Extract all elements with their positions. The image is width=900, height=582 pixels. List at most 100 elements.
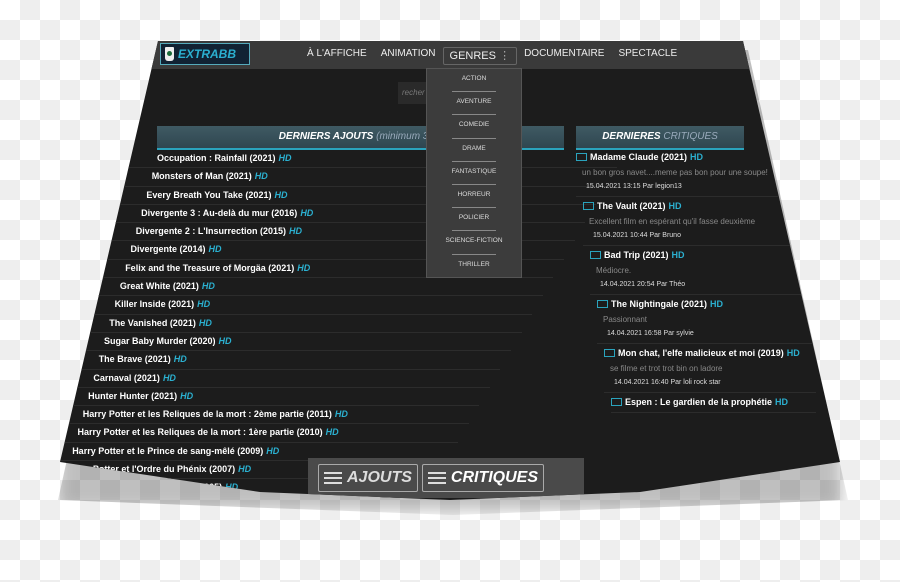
list-icon [324,472,342,484]
critiques-title: DERNIERES [602,131,661,142]
hd-badge: HD [671,250,685,260]
genres-dropdown: ACTION AVENTURE COMEDIE DRAME FANTASTIQUE HOR… [426,68,522,278]
list-item[interactable]: Harry Potter et les Reliques de la mort … [60,406,469,425]
list-item[interactable]: Hunter Hunter (2021) HD [60,388,480,407]
critique-movie: The Vault (2021) [597,201,666,211]
hd-badge: HD [775,397,789,407]
kebab-icon: ⋮ [499,50,511,62]
hd-badge: HD [690,152,704,162]
critique-meta: 15.04.2021 13:15 Par legion13 [586,183,682,190]
list-item[interactable]: The Brave (2021) HD [60,351,501,370]
critique-item[interactable]: The Nightingale (2021) HD Passionnant 14.04… [597,295,816,344]
list-item[interactable]: Harry Potter et les Reliques de la mort … [60,424,458,443]
critique-meta: 15.04.2021 10:44 Par Bruno [593,232,681,239]
critique-movie: Bad Trip (2021) [604,250,669,260]
hd-badge: HD [266,445,280,456]
logo[interactable]: EXTRABB [160,43,250,65]
critique-meta: 14.04.2021 16:40 Par loli rock star [614,379,721,386]
critique-item[interactable]: Mon chat, l'elfe malicieux et moi (2019)… [604,344,816,393]
hd-badge: HD [218,335,232,346]
critique-title: Espen : Le gardien de la prophétie HD [611,395,816,409]
genre-item[interactable]: COMEDIE [427,115,521,139]
hd-badge: HD [710,299,724,309]
critique-title: Madame Claude (2021) HD [576,150,816,164]
critique-meta: 14.04.2021 16:58 Par sylvie [607,330,694,337]
genre-item[interactable]: SCIENCE-FICTION [427,231,521,255]
hd-badge: HD [325,427,339,438]
coffee-cup-icon [165,47,174,61]
genre-item[interactable]: POLICIER [427,208,521,232]
list-item[interactable]: Carnaval (2021) HD [60,370,490,388]
hd-badge: HD [274,189,288,200]
hd-badge: HD [180,390,194,401]
movie-title: Occupation : Rainfall (2021) [157,153,276,163]
list-item[interactable]: Great White (2021) HD [60,278,543,297]
nav-item-affiche[interactable]: À L'AFFICHE [300,47,374,65]
critique-movie: Madame Claude (2021) [590,152,688,162]
movie-title: Divergente 3 : Au-delà du mur (2016) [141,207,298,218]
genre-item[interactable]: THRILLER [427,255,521,278]
movie-title: Harry Potter et le Prince de sang-mêlé (… [72,445,264,456]
critique-item[interactable]: Bad Trip (2021) HD Médiocre. 14.04.2021 20:… [590,246,816,295]
critique-title: Bad Trip (2021) HD [590,248,816,262]
tab-ajouts[interactable]: AJOUTS [318,464,418,492]
list-item[interactable]: Sugar Baby Murder (2020) HD [60,333,511,352]
hd-badge: HD [201,281,215,292]
nav-item-spectacle[interactable]: SPECTACLE [611,47,684,65]
bottom-tabs: AJOUTS CRITIQUES [308,458,584,498]
comment-icon [604,349,615,357]
movie-title: The Brave (2021) [98,354,171,365]
movie-title: Divergente 2 : L'Insurrection (2015) [135,226,286,237]
tab-ajouts-label: AJOUTS [347,469,412,486]
critique-movie: Espen : Le gardien de la prophétie [625,397,773,407]
hd-badge: HD [334,409,348,420]
movie-title: Felix and the Treasure of Morgäa (2021) [125,262,295,273]
critique-meta: 14.04.2021 20:54 Par Théo [600,281,686,288]
critique-title: Mon chat, l'elfe malicieux et moi (2019)… [604,346,816,360]
hd-badge: HD [197,299,211,310]
ajouts-title: DERNIERS AJOUTS [278,131,374,142]
comment-icon [590,251,601,259]
critiques-header: DERNIERES CRITIQUES [576,126,744,150]
hd-badge: HD [162,372,176,383]
list-item[interactable]: The Vanished (2021) HD [60,315,522,333]
critique-item[interactable]: Espen : Le gardien de la prophétie HD [611,393,816,413]
movie-title: The Vanished (2021) [109,317,196,328]
critique-comment: un bon gros navet....meme pas bon pour u… [582,168,768,177]
movie-title: Harry Potter et les Reliques de la mort … [77,427,323,438]
comment-icon [576,153,587,161]
movie-title: Every Breath You Take (2021) [146,189,272,200]
critique-comment: se filme et trot trot bin on ladore [610,364,723,373]
list-item[interactable]: Killer Inside (2021) HD [60,296,533,315]
comment-icon [583,202,594,210]
list-item[interactable]: Occupation : Rainfall (2021) HD [60,150,617,169]
movie-title: Great White (2021) [119,281,199,292]
logo-text: EXTRABB [178,47,237,61]
critique-item[interactable]: Madame Claude (2021) HD un bon gros navet.… [576,148,816,197]
critique-comment: Excellent film en espérant qu'il fasse d… [589,217,756,226]
nav-menu: À L'AFFICHE ANIMATION GENRES ⋮ DOCUMENTA… [300,47,684,65]
hd-badge: HD [173,354,187,365]
nav-item-genres[interactable]: GENRES ⋮ [442,47,518,65]
genre-item[interactable]: DRAME [427,139,521,162]
critiques-title-light: CRITIQUES [663,131,718,142]
hd-badge: HD [238,464,252,475]
genre-item[interactable]: FANTASTIQUE [427,162,521,186]
critique-movie: The Nightingale (2021) [611,299,708,309]
movie-title: Sugar Baby Murder (2020) [104,335,216,346]
critique-title: The Nightingale (2021) HD [597,297,816,311]
movie-title: Carnaval (2021) [93,372,160,383]
comment-icon [611,398,622,406]
nav-item-animation[interactable]: ANIMATION [374,47,443,65]
genre-item[interactable]: AVENTURE [427,92,521,116]
genre-item[interactable]: ACTION [427,69,521,93]
hd-badge: HD [300,207,314,218]
hd-badge: HD [198,317,212,328]
hd-badge: HD [297,262,311,273]
tab-critiques[interactable]: CRITIQUES [421,464,545,492]
critiques-list: Madame Claude (2021) HD un bon gros navet.… [576,148,816,413]
movie-title: Harry Potter et les Reliques de la mort … [82,409,332,420]
genre-item[interactable]: HORREUR [427,185,521,209]
nav-item-documentaire[interactable]: DOCUMENTAIRE [517,47,611,65]
hd-badge: HD [208,244,222,255]
